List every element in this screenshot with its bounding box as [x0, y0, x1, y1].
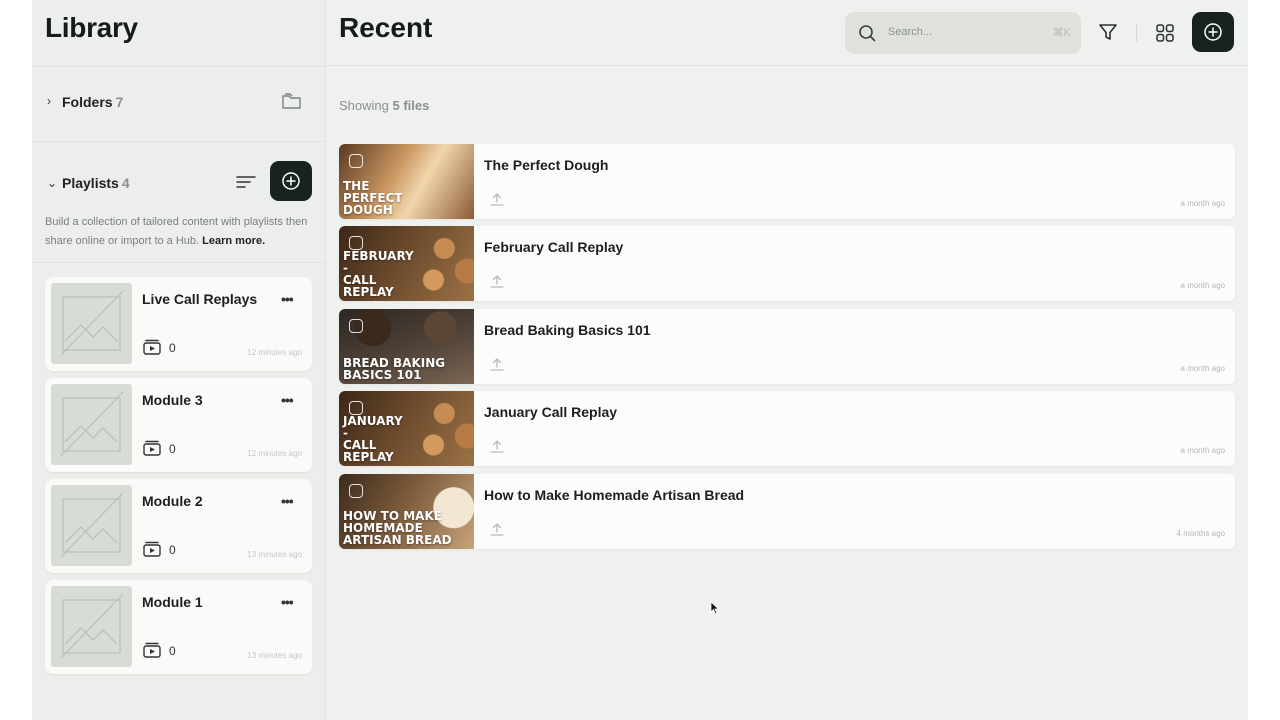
chevron-down-icon[interactable]: ⌄ — [47, 176, 57, 190]
playlist-title: Module 2 — [142, 493, 203, 509]
thumbnail-caption: JANUARY - CALL REPLAY — [343, 414, 403, 464]
folders-count: 7 — [115, 94, 124, 110]
file-timestamp: a month ago — [1180, 199, 1225, 208]
thumbnail-caption: THE PERFECT DOUGH — [343, 179, 403, 217]
file-title: The Perfect Dough — [484, 157, 609, 173]
file-thumbnail: THE PERFECT DOUGH — [339, 144, 474, 219]
file-title: How to Make Homemade Artisan Bread — [484, 487, 745, 503]
file-timestamp: a month ago — [1180, 281, 1225, 290]
file-timestamp: 4 months ago — [1176, 529, 1225, 538]
select-checkbox[interactable] — [349, 484, 363, 498]
page-title: Recent — [339, 12, 433, 43]
playlist-title: Module 1 — [142, 594, 203, 610]
playlist-title: Live Call Replays — [142, 291, 258, 307]
learn-more-link[interactable]: Learn more. — [202, 235, 265, 247]
file-row[interactable]: JANUARY - CALL REPLAY January Call Repla… — [339, 391, 1235, 466]
playlist-timestamp: 13 minutes ago — [247, 550, 302, 559]
add-playlist-button[interactable] — [270, 161, 312, 201]
search-icon — [859, 25, 876, 42]
select-checkbox[interactable] — [349, 154, 363, 168]
playlist-video-icon — [143, 339, 161, 355]
upload-icon[interactable] — [490, 274, 504, 288]
file-row[interactable]: BREAD BAKING BASICS 101 Bread Baking Bas… — [339, 309, 1235, 384]
playlist-card[interactable]: Module 1 ••• 0 13 minutes ago — [45, 580, 312, 674]
image-placeholder-icon — [60, 492, 124, 558]
playlist-card[interactable]: Module 2 ••• 0 13 minutes ago — [45, 479, 312, 573]
mouse-cursor-icon — [710, 601, 720, 615]
playlist-thumbnail — [51, 586, 132, 667]
top-bar: Recent Search... ⌘K — [326, 0, 1248, 66]
showing-count: Showing 5 files — [339, 98, 430, 113]
playlists-count: 4 — [121, 175, 130, 191]
playlist-card[interactable]: Live Call Replays ••• 0 12 minutes ago — [45, 277, 312, 371]
playlist-item-count: 0 — [169, 543, 176, 557]
file-row[interactable]: HOW TO MAKE HOMEMADE ARTISAN BREAD How t… — [339, 474, 1235, 549]
filter-icon[interactable] — [1098, 22, 1118, 42]
upload-icon[interactable] — [490, 192, 504, 206]
image-placeholder-icon — [60, 391, 124, 457]
app-window: Library › Folders 7 ⌄ Playlists 4 Build … — [32, 0, 1248, 720]
upload-icon[interactable] — [490, 357, 504, 371]
file-title: Bread Baking Basics 101 — [484, 322, 651, 338]
thumbnail-caption: BREAD BAKING BASICS 101 — [343, 356, 446, 382]
playlists-label[interactable]: Playlists 4 — [62, 175, 130, 191]
select-checkbox[interactable] — [349, 236, 363, 250]
file-thumbnail: HOW TO MAKE HOMEMADE ARTISAN BREAD — [339, 474, 474, 549]
playlist-video-icon — [143, 440, 161, 456]
library-title: Library — [45, 12, 138, 43]
more-icon[interactable]: ••• — [281, 594, 294, 610]
playlist-video-icon — [143, 541, 161, 557]
image-placeholder-icon — [60, 290, 124, 356]
playlist-item-count: 0 — [169, 644, 176, 658]
playlist-thumbnail — [51, 283, 132, 364]
file-title: January Call Replay — [484, 404, 618, 420]
file-thumbnail: BREAD BAKING BASICS 101 — [339, 309, 474, 384]
file-timestamp: a month ago — [1180, 446, 1225, 455]
toolbar-divider — [1136, 24, 1137, 42]
more-icon[interactable]: ••• — [281, 493, 294, 509]
file-timestamp: a month ago — [1180, 364, 1225, 373]
playlist-thumbnail — [51, 384, 132, 465]
playlist-thumbnail — [51, 485, 132, 566]
select-checkbox[interactable] — [349, 401, 363, 415]
grid-icon[interactable] — [1155, 23, 1175, 43]
playlist-timestamp: 12 minutes ago — [247, 348, 302, 357]
search-input[interactable]: Search... ⌘K — [845, 12, 1081, 54]
thumbnail-caption: FEBRUARY - CALL REPLAY — [343, 249, 414, 299]
playlist-timestamp: 13 minutes ago — [247, 651, 302, 660]
playlist-item-count: 0 — [169, 442, 176, 456]
sidebar: Library › Folders 7 ⌄ Playlists 4 Build … — [32, 0, 326, 720]
add-icon — [1204, 23, 1222, 41]
folder-icon[interactable] — [281, 92, 303, 110]
file-title: February Call Replay — [484, 239, 624, 255]
folders-label[interactable]: Folders 7 — [62, 94, 123, 110]
playlist-video-icon — [143, 642, 161, 658]
search-placeholder: Search... — [888, 26, 933, 38]
file-row[interactable]: FEBRUARY - CALL REPLAY February Call Rep… — [339, 226, 1235, 301]
upload-icon[interactable] — [490, 439, 504, 453]
playlist-timestamp: 12 minutes ago — [247, 449, 302, 458]
upload-icon[interactable] — [490, 522, 504, 536]
chevron-right-icon[interactable]: › — [47, 94, 51, 108]
playlist-title: Module 3 — [142, 392, 203, 408]
select-checkbox[interactable] — [349, 319, 363, 333]
thumbnail-caption: HOW TO MAKE HOMEMADE ARTISAN BREAD — [343, 509, 452, 547]
playlists-description: Build a collection of tailored content w… — [45, 216, 308, 247]
main-content: Recent Search... ⌘K Showing 5 files THE … — [326, 0, 1248, 720]
add-file-button[interactable] — [1192, 12, 1234, 52]
file-thumbnail: JANUARY - CALL REPLAY — [339, 391, 474, 466]
more-icon[interactable]: ••• — [281, 291, 294, 307]
playlist-item-count: 0 — [169, 341, 176, 355]
more-icon[interactable]: ••• — [281, 392, 294, 408]
image-placeholder-icon — [60, 593, 124, 659]
file-row[interactable]: THE PERFECT DOUGH The Perfect Dough a mo… — [339, 144, 1235, 219]
add-icon — [282, 172, 300, 190]
sort-icon[interactable] — [236, 174, 256, 190]
file-thumbnail: FEBRUARY - CALL REPLAY — [339, 226, 474, 301]
playlists-section: ⌄ Playlists 4 Build a collection of tailo… — [32, 143, 326, 263]
search-shortcut: ⌘K — [1052, 27, 1071, 39]
folders-row[interactable]: › Folders 7 — [32, 66, 326, 142]
playlist-card[interactable]: Module 3 ••• 0 12 minutes ago — [45, 378, 312, 472]
